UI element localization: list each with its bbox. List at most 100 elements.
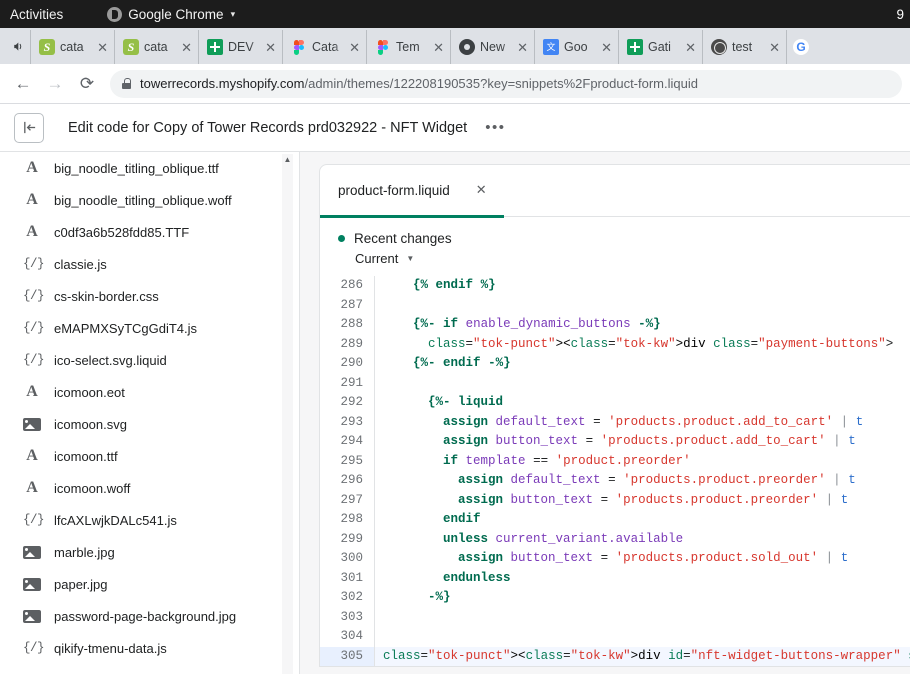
- font-icon: A: [23, 447, 41, 465]
- sidebar-scrollbar[interactable]: [282, 154, 293, 674]
- code-line[interactable]: 286 {% endif %}: [320, 276, 910, 296]
- font-icon: A: [23, 479, 41, 497]
- code-line[interactable]: 295 if template == 'product.preorder': [320, 452, 910, 472]
- tab-product-form-liquid[interactable]: product-form.liquid ✕: [320, 166, 504, 218]
- close-icon[interactable]: ✕: [265, 41, 276, 54]
- line-source: {%- liquid: [374, 393, 910, 413]
- line-number: 293: [320, 413, 374, 433]
- browser-tab[interactable]: DEV ✕: [198, 30, 282, 64]
- file-list-item[interactable]: marble.jpg: [0, 536, 299, 568]
- browser-tab[interactable]: New ✕: [450, 30, 534, 64]
- code-line[interactable]: 296 assign default_text = 'products.prod…: [320, 471, 910, 491]
- file-list-item[interactable]: icomoon.svg: [0, 408, 299, 440]
- close-icon[interactable]: ✕: [349, 41, 360, 54]
- close-icon[interactable]: ✕: [181, 41, 192, 54]
- recent-changes-panel: Recent changes Current ▼: [320, 217, 910, 276]
- code-line[interactable]: 294 assign button_text = 'products.produ…: [320, 432, 910, 452]
- close-icon[interactable]: ✕: [433, 41, 444, 54]
- code-line[interactable]: 297 assign button_text = 'products.produ…: [320, 491, 910, 511]
- code-icon: {/}: [23, 289, 41, 303]
- file-list-item[interactable]: Aicomoon.eot: [0, 376, 299, 408]
- browser-tab[interactable]: [786, 30, 812, 64]
- close-icon[interactable]: ✕: [685, 41, 696, 54]
- more-actions-button[interactable]: •••: [485, 119, 505, 136]
- code-line[interactable]: 300 assign button_text = 'products.produ…: [320, 549, 910, 569]
- file-list-item[interactable]: Aicomoon.ttf: [0, 440, 299, 472]
- exit-code-editor-button[interactable]: [14, 113, 44, 143]
- code-line[interactable]: 288 {%- if enable_dynamic_buttons -%}: [320, 315, 910, 335]
- file-list-item[interactable]: {/} cs-skin-border.css: [0, 280, 299, 312]
- close-icon[interactable]: ✕: [517, 41, 528, 54]
- code-line[interactable]: 302 -%}: [320, 588, 910, 608]
- tab-scroll-left-icon[interactable]: [4, 28, 30, 64]
- file-name: classie.js: [54, 257, 107, 272]
- code-line[interactable]: 298 endif: [320, 510, 910, 530]
- image-icon: [23, 418, 41, 431]
- forward-icon[interactable]: →: [40, 69, 70, 99]
- active-app-label: Google Chrome: [128, 7, 223, 22]
- version-selector[interactable]: Current ▼: [355, 251, 910, 266]
- close-icon[interactable]: ✕: [601, 41, 612, 54]
- file-list-item[interactable]: paper.jpg: [0, 568, 299, 600]
- code-line[interactable]: 290 {%- endif -%}: [320, 354, 910, 374]
- close-icon[interactable]: ✕: [476, 182, 487, 198]
- shopify-icon: [39, 39, 55, 55]
- file-name: cs-skin-border.css: [54, 289, 159, 304]
- code-line[interactable]: 299 unless current_variant.available: [320, 530, 910, 550]
- file-list-item[interactable]: {/}ico-select.svg.liquid: [0, 344, 299, 376]
- file-list-item[interactable]: Abig_noodle_titling_oblique.woff: [0, 184, 299, 216]
- lock-icon: [122, 78, 131, 89]
- browser-tab[interactable]: cata ✕: [114, 30, 198, 64]
- code-line[interactable]: 291: [320, 374, 910, 394]
- file-list-item[interactable]: {/} eMAPMXSyTCgGdiT4.js: [0, 312, 299, 344]
- file-list-item[interactable]: Ac0df3a6b528fdd85.TTF: [0, 216, 299, 248]
- file-list-item[interactable]: Abig_noodle_titling_oblique.ttf: [0, 152, 299, 184]
- code-line[interactable]: 289 class="tok-punct"><class="tok-kw">di…: [320, 335, 910, 355]
- code-line[interactable]: 304: [320, 627, 910, 647]
- file-name: lfcAXLwjkDALc541.js: [54, 513, 177, 528]
- font-icon: A: [23, 223, 41, 241]
- reload-icon[interactable]: ⟳: [72, 69, 102, 99]
- file-list-item[interactable]: Aicomoon.woff: [0, 472, 299, 504]
- editor-card: product-form.liquid ✕ Recent changes Cur…: [319, 164, 910, 667]
- code-line[interactable]: 293 assign default_text = 'products.prod…: [320, 413, 910, 433]
- activities-button[interactable]: Activities: [10, 7, 63, 22]
- file-list-item[interactable]: password-page-background.jpg: [0, 600, 299, 632]
- code-line[interactable]: 305class="tok-punct"><class="tok-kw">div…: [320, 647, 910, 667]
- address-bar[interactable]: towerrecords.myshopify.com/admin/themes/…: [110, 70, 902, 98]
- browser-tab[interactable]: cata ✕: [30, 30, 114, 64]
- code-line[interactable]: 303: [320, 608, 910, 628]
- file-name: icomoon.eot: [54, 385, 125, 400]
- tab-title: Tem: [396, 40, 428, 54]
- file-name: c0df3a6b528fdd85.TTF: [54, 225, 189, 240]
- image-icon: [23, 578, 41, 591]
- back-icon[interactable]: ←: [8, 69, 38, 99]
- line-source: [374, 627, 910, 647]
- close-icon[interactable]: ✕: [97, 41, 108, 54]
- browser-tab[interactable]: Goo ✕: [534, 30, 618, 64]
- code-line[interactable]: 301 endunless: [320, 569, 910, 589]
- file-list-item[interactable]: {/}lfcAXLwjkDALc541.js: [0, 504, 299, 536]
- line-number: 300: [320, 549, 374, 569]
- line-number: 290: [320, 354, 374, 374]
- code-area[interactable]: 286 {% endif %}287288 {%- if enable_dyna…: [320, 276, 910, 666]
- browser-tab[interactable]: test ✕: [702, 30, 786, 64]
- code-line[interactable]: 287: [320, 296, 910, 316]
- editor-pane: product-form.liquid ✕ Recent changes Cur…: [300, 152, 910, 674]
- tab-title: Cata: [312, 40, 344, 54]
- file-list-item[interactable]: {/}qikify-tmenu-data.js: [0, 632, 299, 664]
- code-line[interactable]: 292 {%- liquid: [320, 393, 910, 413]
- browser-tab[interactable]: Cata ✕: [282, 30, 366, 64]
- browser-tab[interactable]: Gati ✕: [618, 30, 702, 64]
- file-name: icomoon.woff: [54, 481, 130, 496]
- line-number: 288: [320, 315, 374, 335]
- code-icon: {/}: [23, 321, 41, 335]
- active-app-menu[interactable]: Google Chrome ▾: [107, 7, 235, 22]
- scroll-up-icon[interactable]: ▲: [282, 154, 293, 165]
- system-clock[interactable]: 9: [896, 7, 904, 22]
- browser-tab[interactable]: Tem ✕: [366, 30, 450, 64]
- close-icon[interactable]: ✕: [769, 41, 780, 54]
- file-name: eMAPMXSyTCgGdiT4.js: [54, 321, 197, 336]
- file-list-item[interactable]: {/}classie.js: [0, 248, 299, 280]
- file-name: qikify-tmenu-data.js: [54, 641, 167, 656]
